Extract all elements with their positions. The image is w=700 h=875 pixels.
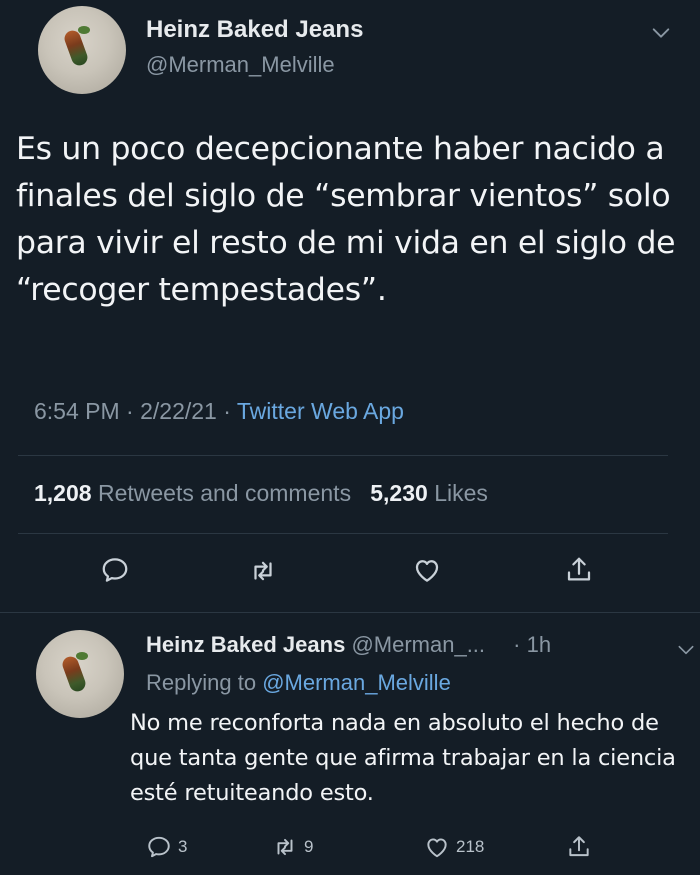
- divider: [0, 612, 700, 613]
- like-icon[interactable]: [424, 834, 450, 860]
- retweets-label[interactable]: Retweets and comments: [98, 480, 351, 506]
- tweet-meta: 6:54 PM · 2/22/21 · Twitter Web App: [34, 398, 404, 425]
- meta-separator: ·: [126, 398, 134, 424]
- tweet-date[interactable]: 2/22/21: [140, 398, 217, 424]
- user-handle[interactable]: @Merman_...: [351, 632, 485, 657]
- share-action[interactable]: [566, 834, 592, 860]
- share-icon[interactable]: [566, 834, 592, 860]
- tweet-text: No me reconforta nada en absoluto el hec…: [130, 710, 676, 806]
- main-tweet: Heinz Baked Jeans @Merman_Melville Es un…: [0, 0, 700, 613]
- avatar-leaf: [78, 26, 90, 34]
- retweets-count[interactable]: 1,208: [34, 480, 92, 506]
- reply-icon[interactable]: [100, 555, 130, 585]
- share-icon[interactable]: [564, 555, 594, 585]
- divider: [18, 533, 668, 534]
- avatar-figure: [62, 28, 90, 68]
- display-name[interactable]: Heinz Baked Jeans: [146, 632, 345, 657]
- likes-label[interactable]: Likes: [434, 480, 488, 506]
- reply-header: Heinz Baked Jeans @Merman_... · 1h: [146, 632, 551, 658]
- avatar[interactable]: [36, 630, 124, 718]
- like-icon[interactable]: [412, 555, 442, 585]
- retweet-count: 9: [304, 837, 314, 856]
- replying-to: Replying to @Merman_Melville: [146, 670, 451, 696]
- tweet-age[interactable]: · 1h: [513, 632, 551, 657]
- meta-separator: ·: [223, 398, 231, 424]
- avatar-figure: [60, 654, 88, 694]
- reply-mention[interactable]: @Merman_Melville: [262, 670, 451, 695]
- retweet-action[interactable]: 9: [272, 834, 313, 860]
- likes-count[interactable]: 5,230: [370, 480, 428, 506]
- user-handle[interactable]: @Merman_Melville: [146, 52, 335, 78]
- tweet-stats: 1,208 Retweets and comments 5,230 Likes: [34, 480, 488, 507]
- like-count: 218: [456, 837, 485, 856]
- tweet-time[interactable]: 6:54 PM: [34, 398, 120, 424]
- reply-icon[interactable]: [146, 834, 172, 860]
- retweet-icon[interactable]: [272, 834, 298, 860]
- chevron-down-icon[interactable]: [676, 640, 696, 660]
- reply-action[interactable]: 3: [146, 834, 187, 860]
- avatar[interactable]: [38, 6, 126, 94]
- like-action[interactable]: 218: [424, 834, 484, 860]
- tweet-text: Es un poco decepcionante haber nacido a …: [16, 131, 676, 308]
- retweet-icon[interactable]: [248, 556, 278, 586]
- display-name[interactable]: Heinz Baked Jeans: [146, 16, 363, 44]
- tweet-source[interactable]: Twitter Web App: [237, 398, 404, 424]
- reply-count: 3: [178, 837, 188, 856]
- replying-prefix: Replying to: [146, 670, 257, 695]
- chevron-down-icon[interactable]: [650, 22, 672, 44]
- divider: [18, 455, 668, 456]
- avatar-leaf: [76, 652, 88, 660]
